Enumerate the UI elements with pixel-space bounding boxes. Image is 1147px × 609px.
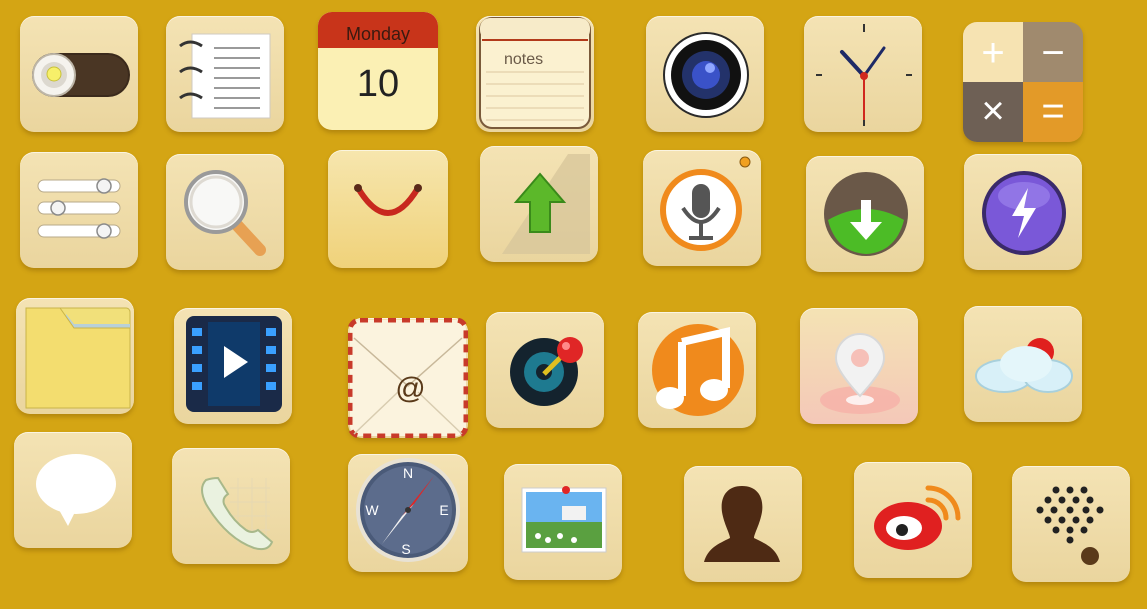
calculator-multiply-key: × xyxy=(981,89,1004,133)
calendar-day: 10 xyxy=(357,63,399,105)
shopping-bag-icon xyxy=(354,184,422,216)
compass-app[interactable]: N E S W xyxy=(348,454,468,572)
notebook-icon xyxy=(179,33,271,119)
map-pin-icon xyxy=(820,333,900,414)
photo-frame-icon xyxy=(521,486,607,553)
speaker-app[interactable] xyxy=(1012,466,1130,582)
toggle-app[interactable] xyxy=(20,16,138,132)
calculator-app[interactable]: + − × = xyxy=(963,22,1083,142)
notes-app[interactable]: notes xyxy=(476,16,594,132)
folder-icon xyxy=(25,307,131,409)
video-app[interactable] xyxy=(174,308,292,424)
speaker-grille-icon xyxy=(1036,486,1104,565)
camera-lens-icon xyxy=(663,32,749,118)
calculator-icon: + − × = xyxy=(963,22,1083,142)
lightning-orb-icon xyxy=(982,171,1066,255)
person-silhouette-icon xyxy=(704,486,780,562)
cloud-sun-icon xyxy=(975,338,1073,393)
compass-east: E xyxy=(439,502,448,518)
speech-bubble-icon xyxy=(36,454,116,526)
music-note-icon xyxy=(652,324,744,416)
compass-north: N xyxy=(403,465,413,481)
upload-arrow-icon xyxy=(502,154,590,254)
sliders-icon xyxy=(37,178,121,239)
envelope-icon: @ xyxy=(348,318,468,438)
photos-app[interactable] xyxy=(504,464,622,580)
film-play-icon xyxy=(186,316,282,412)
notepad-icon: notes xyxy=(479,17,591,129)
store-app[interactable] xyxy=(328,150,448,268)
settings-app[interactable] xyxy=(20,152,138,268)
power-app[interactable] xyxy=(964,154,1082,270)
search-app[interactable] xyxy=(166,154,284,270)
mail-at-symbol: @ xyxy=(395,372,425,405)
camera-app[interactable] xyxy=(646,16,764,132)
calculator-equals-key: = xyxy=(1041,89,1064,133)
calculator-plus-key: + xyxy=(981,31,1004,75)
download-app[interactable] xyxy=(806,156,924,272)
calendar-app[interactable]: Monday 10 xyxy=(318,12,438,130)
compass-icon: N E S W xyxy=(356,458,460,562)
download-arrow-icon xyxy=(824,172,908,256)
music-app[interactable] xyxy=(638,312,756,428)
magnifier-icon xyxy=(184,170,266,256)
microphone-icon xyxy=(660,156,751,251)
location-app[interactable] xyxy=(800,308,918,424)
calculator-minus-key: − xyxy=(1041,31,1064,75)
compass-south: S xyxy=(401,541,410,557)
clock-app[interactable] xyxy=(804,16,922,132)
contacts-app[interactable] xyxy=(684,466,802,582)
vinyl-pin-icon xyxy=(510,337,583,406)
files-app[interactable] xyxy=(16,298,134,414)
weibo-icon xyxy=(874,485,961,550)
record-app[interactable] xyxy=(486,312,604,428)
messages-app[interactable] xyxy=(14,432,132,548)
calendar-weekday: Monday xyxy=(346,24,410,44)
calendar-icon: Monday 10 xyxy=(318,12,438,105)
clock-icon xyxy=(816,24,912,126)
phone-app[interactable] xyxy=(172,448,290,564)
compass-west: W xyxy=(365,502,379,518)
weather-app[interactable] xyxy=(964,306,1082,422)
notes-label: notes xyxy=(504,51,543,68)
weibo-app[interactable] xyxy=(854,462,972,578)
phone-handset-icon xyxy=(201,476,274,551)
upload-app[interactable] xyxy=(480,146,598,262)
contacts-book-app[interactable] xyxy=(166,16,284,132)
toggle-switch-icon xyxy=(32,53,130,97)
mail-app[interactable]: @ xyxy=(348,318,468,438)
voice-app[interactable] xyxy=(643,150,761,266)
